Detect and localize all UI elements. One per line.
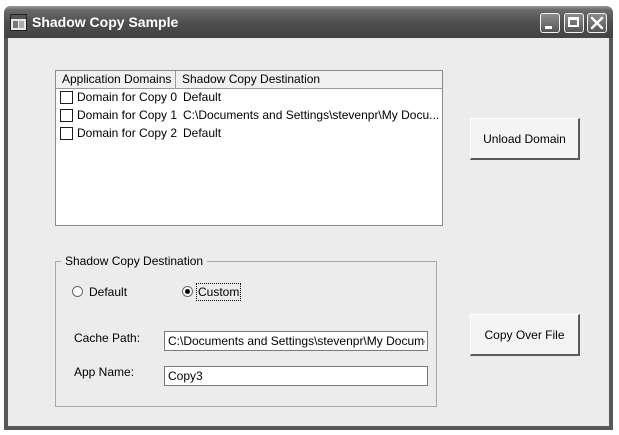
client-area: Application Domains Shadow Copy Destinat… [8, 38, 609, 426]
list-item-name: Domain for Copy 0 [77, 90, 178, 104]
cache-path-label: Cache Path: [74, 331, 141, 345]
radio-custom-label[interactable]: Custom [195, 283, 242, 301]
column-header-application-domains[interactable]: Application Domains [56, 71, 176, 88]
list-item-name: Domain for Copy 1 [77, 108, 178, 122]
list-item[interactable]: Domain for Copy 1 C:\Documents and Setti… [56, 106, 442, 124]
radio-selected-dot [185, 289, 190, 294]
list-item[interactable]: Domain for Copy 0 Default [56, 88, 442, 106]
list-item[interactable]: Domain for Copy 2 Default [56, 124, 442, 142]
list-item-checkbox[interactable] [60, 127, 73, 140]
title-bar[interactable]: Shadow Copy Sample [4, 6, 613, 38]
close-button[interactable] [587, 13, 607, 33]
app-window-icon[interactable] [10, 14, 27, 31]
minimize-button[interactable] [540, 13, 560, 33]
unload-domain-button[interactable]: Unload Domain [470, 118, 580, 160]
radio-custom[interactable] [182, 286, 193, 297]
list-item-destination: Default [183, 126, 222, 140]
domain-list[interactable]: Application Domains Shadow Copy Destinat… [55, 70, 443, 226]
list-item-destination: Default [183, 90, 222, 104]
maximize-button[interactable] [564, 13, 584, 33]
column-header-shadow-copy-destination[interactable]: Shadow Copy Destination [176, 71, 442, 88]
radio-default-label[interactable]: Default [89, 284, 127, 300]
minimize-icon [545, 26, 552, 29]
app-name-input[interactable] [164, 366, 428, 386]
window-title: Shadow Copy Sample [32, 14, 179, 30]
close-icon [590, 16, 604, 30]
copy-over-file-button[interactable]: Copy Over File [470, 314, 580, 356]
list-item-checkbox[interactable] [60, 91, 73, 104]
maximize-icon [568, 17, 579, 27]
group-legend: Shadow Copy Destination [61, 254, 208, 268]
list-header: Application Domains Shadow Copy Destinat… [56, 71, 442, 89]
radio-default[interactable] [72, 286, 83, 297]
app-window: Shadow Copy Sample Application Domains S… [4, 6, 613, 430]
list-item-checkbox[interactable] [60, 109, 73, 122]
list-item-destination: C:\Documents and Settings\stevenpr\My Do… [183, 108, 440, 122]
cache-path-input[interactable] [164, 331, 428, 351]
list-item-name: Domain for Copy 2 [77, 126, 178, 140]
app-name-label: App Name: [74, 365, 135, 379]
